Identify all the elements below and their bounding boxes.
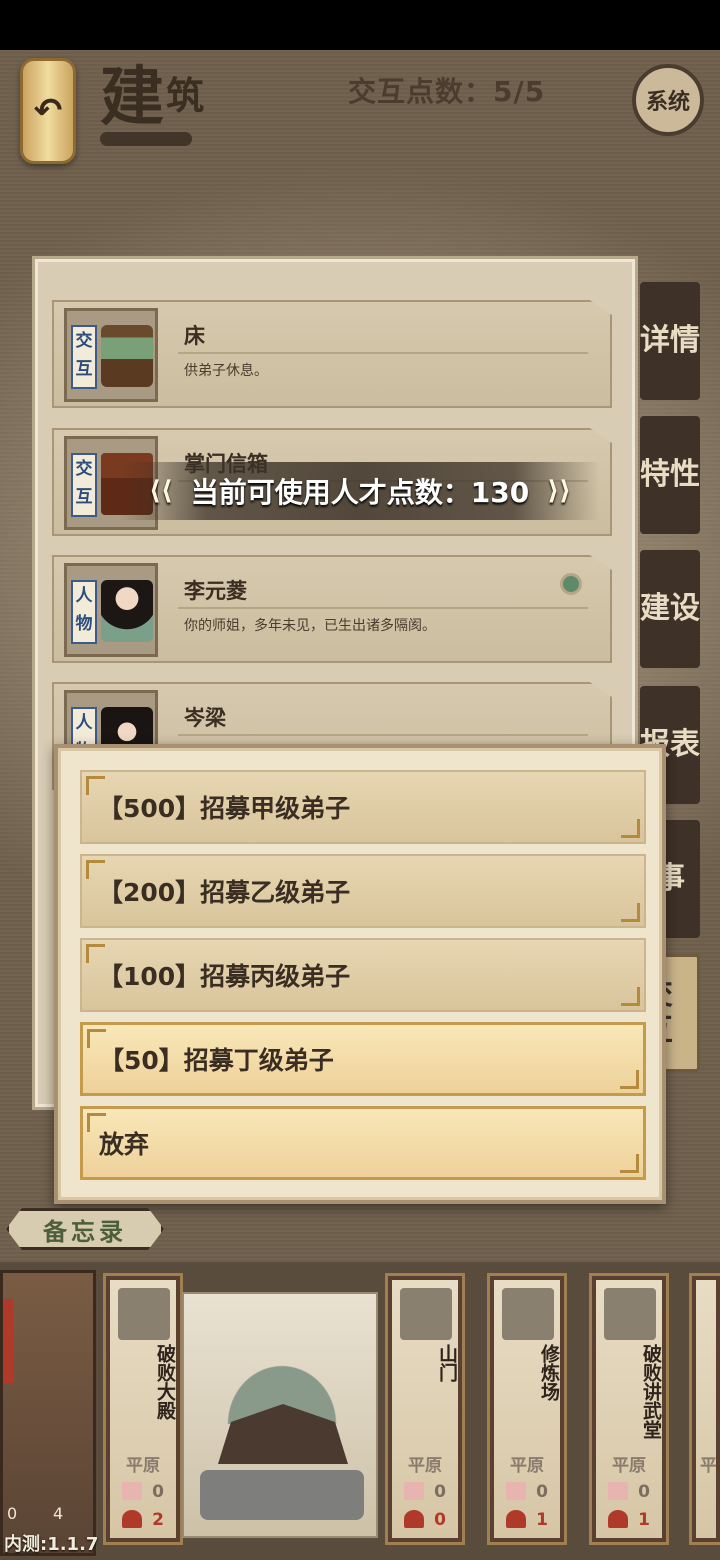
recruit-grade-d-button[interactable]: 【50】招募丁级弟子 (80, 1022, 646, 1096)
building-card-martial-hall[interactable]: 破败讲武堂 平原 0 1 (592, 1276, 666, 1542)
talent-points-banner: ⟨⟨ 当前可使用人才点数：130 ⟩⟩ (120, 462, 600, 520)
building-card-training-ground[interactable]: 修炼场 平原 0 1 (490, 1276, 564, 1542)
title-underline (100, 132, 192, 146)
overview-stat-b: 4 (53, 1504, 64, 1523)
person-icon (506, 1510, 526, 1528)
item-tag: 交互 (71, 325, 97, 389)
building-terrain: 平 (700, 1456, 717, 1476)
bed-icon (101, 325, 153, 387)
version-label: 内测:1.1.7 (4, 1534, 99, 1555)
flag-icon (404, 1482, 424, 1500)
give-up-button[interactable]: 放弃 (80, 1106, 646, 1180)
item-thumbnail: 人物 (64, 563, 158, 657)
building-flag-count: 0 (638, 1482, 650, 1502)
flag-icon (506, 1482, 526, 1500)
landscape-scroll-image (182, 1292, 378, 1538)
item-divider (178, 734, 588, 736)
system-button[interactable]: 系统 (632, 64, 704, 136)
building-card-main-hall[interactable]: 破败大殿 平原 0 2 (106, 1276, 180, 1542)
building-people-count: 2 (152, 1510, 164, 1530)
item-tag: 交互 (71, 453, 97, 517)
hall-icon (604, 1288, 656, 1340)
building-terrain: 平原 (510, 1456, 544, 1476)
building-flag-count: 0 (434, 1482, 446, 1502)
title-small: 筑 (166, 73, 207, 118)
title-main: 建 (100, 60, 166, 135)
building-people-count: 0 (434, 1510, 446, 1530)
item-name: 李元菱 (184, 579, 247, 603)
training-icon (502, 1288, 554, 1340)
tab-construction[interactable]: 建设 (640, 550, 700, 668)
pond-shape (200, 1470, 364, 1520)
item-thumbnail: 交互 (64, 308, 158, 402)
building-name: 破败讲武堂 (640, 1344, 662, 1439)
building-card-partial[interactable]: 平 (692, 1276, 720, 1542)
tab-details[interactable]: 详情 (640, 282, 700, 400)
item-desc: 你的师姐，多年未见，已生出诸多隔阂。 (184, 618, 436, 634)
talent-points-text: 当前可使用人才点数：130 (190, 476, 530, 509)
item-divider (178, 607, 588, 609)
sect-overview-card[interactable]: 0 4 (0, 1270, 96, 1556)
building-flag-count: 0 (152, 1482, 164, 1502)
ornament-left-icon: ⟨⟨ (149, 476, 173, 506)
building-name: 修炼场 (538, 1344, 560, 1401)
back-arrow-icon: ↶ (33, 91, 63, 131)
flag-icon (122, 1482, 142, 1500)
building-flag-count: 0 (536, 1482, 548, 1502)
item-tag: 人物 (71, 580, 97, 644)
item-name: 岑梁 (184, 706, 226, 730)
recruit-dialog: 【500】招募甲级弟子 【200】招募乙级弟子 【100】招募丙级弟子 【50】… (54, 744, 666, 1204)
ornament-right-icon: ⟩⟩ (547, 476, 571, 506)
building-name: 山门 (436, 1344, 458, 1382)
building-people-count: 1 (536, 1510, 548, 1530)
recruit-grade-c-button[interactable]: 【100】招募丙级弟子 (80, 938, 646, 1012)
building-name: 破败大殿 (154, 1344, 176, 1420)
person-icon (608, 1510, 628, 1528)
status-bar (0, 0, 720, 50)
building-terrain: 平原 (126, 1456, 160, 1476)
building-terrain: 平原 (612, 1456, 646, 1476)
building-terrain: 平原 (408, 1456, 442, 1476)
recruit-grade-b-button[interactable]: 【200】招募乙级弟子 (80, 854, 646, 928)
person-icon (404, 1510, 424, 1528)
recruit-grade-a-button[interactable]: 【500】招募甲级弟子 (80, 770, 646, 844)
item-name: 床 (184, 324, 205, 348)
status-dot-icon (560, 573, 582, 595)
screen-title: 建筑 (100, 56, 206, 138)
list-item-bed[interactable]: 交互 床 供弟子休息。 (52, 300, 612, 408)
item-desc: 供弟子休息。 (184, 363, 268, 379)
interact-points-label: 交互点数：5/5 (348, 75, 546, 108)
overview-stat-a: 0 (7, 1504, 18, 1523)
item-divider (178, 352, 588, 354)
person-icon (122, 1510, 142, 1528)
flag-icon (608, 1482, 628, 1500)
building-people-count: 1 (638, 1510, 650, 1530)
tab-traits[interactable]: 特性 (640, 416, 700, 534)
portrait-icon (101, 580, 153, 642)
memo-tab[interactable]: 备忘录 (6, 1208, 164, 1250)
temple-icon (118, 1288, 170, 1340)
building-card-gate[interactable]: 山门 平原 0 0 (388, 1276, 462, 1542)
list-item-li-yuanling[interactable]: 人物 李元菱 你的师姐，多年未见，已生出诸多隔阂。 (52, 555, 612, 663)
back-button[interactable]: ↶ (20, 58, 76, 164)
gate-icon (400, 1288, 452, 1340)
seal-ribbon (3, 1299, 13, 1383)
